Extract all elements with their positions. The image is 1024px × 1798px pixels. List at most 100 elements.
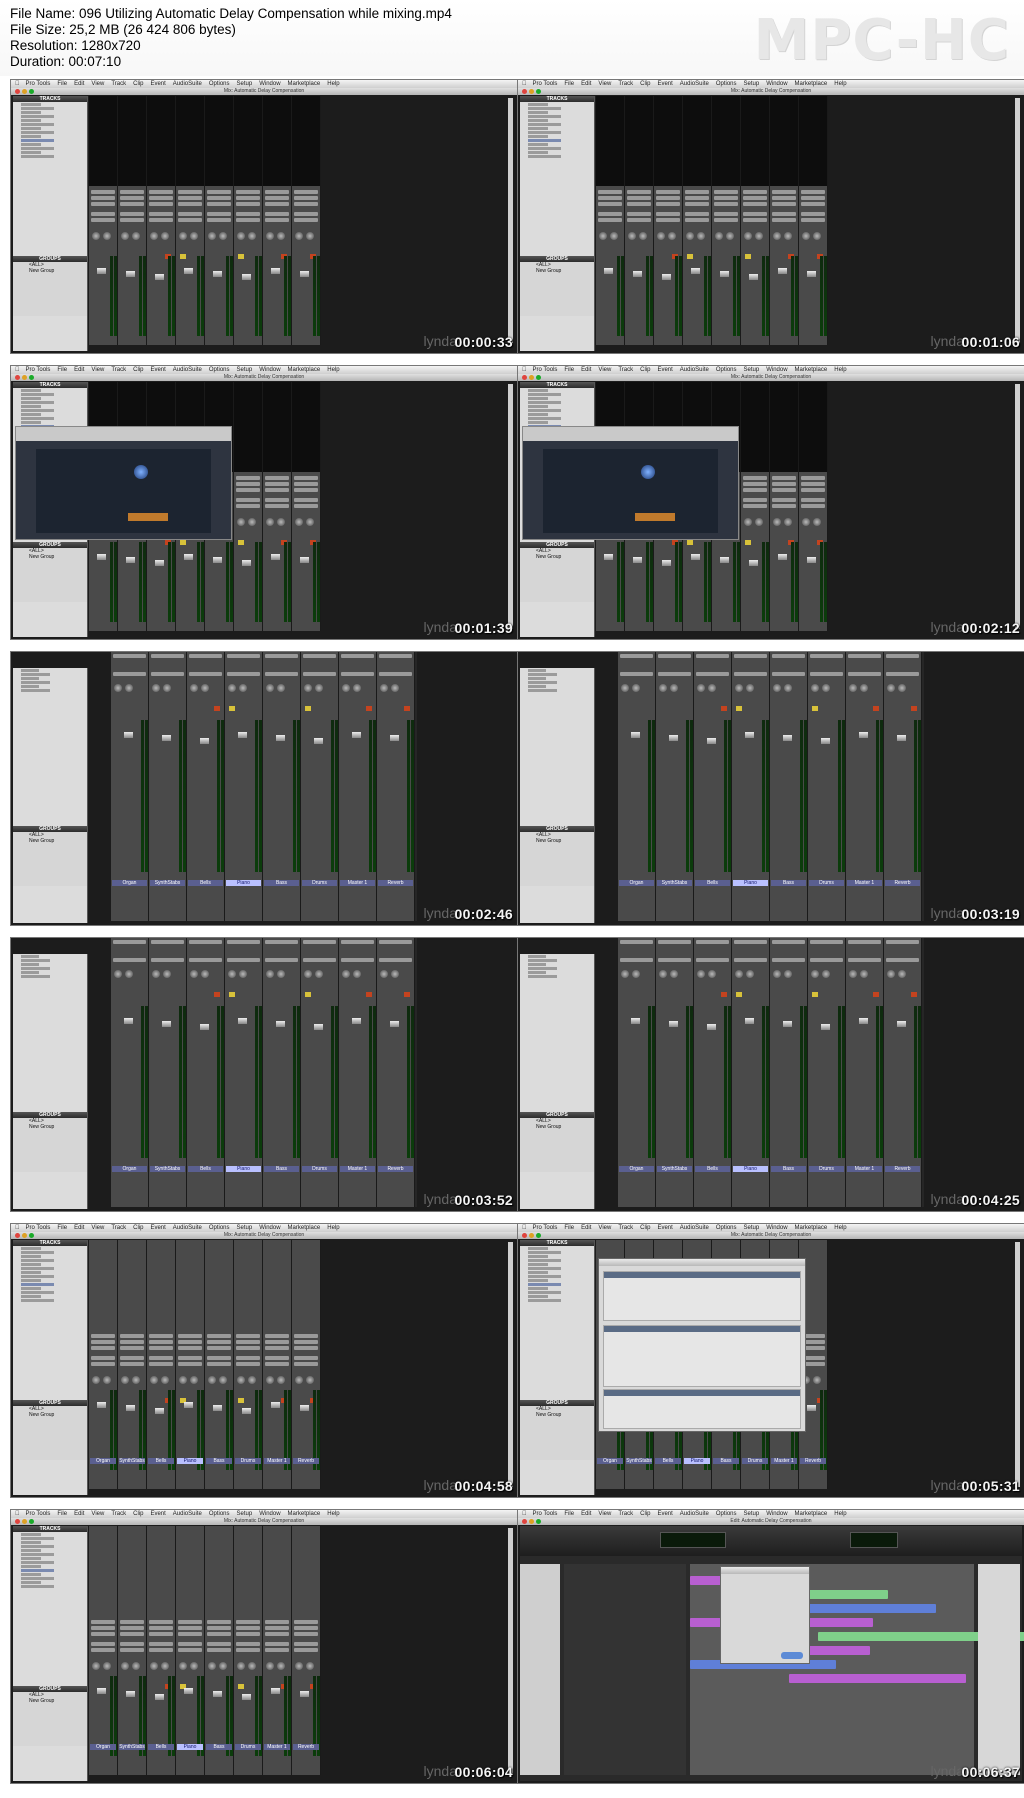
track-list-item[interactable] bbox=[528, 417, 561, 420]
send-slot[interactable] bbox=[265, 476, 289, 480]
pan-knob-right[interactable] bbox=[277, 1662, 285, 1670]
send-slot[interactable] bbox=[294, 1346, 318, 1350]
track-list-item[interactable] bbox=[21, 1561, 54, 1564]
volume-fader[interactable] bbox=[807, 557, 816, 563]
channel-strip[interactable] bbox=[770, 96, 799, 345]
plugin-window[interactable] bbox=[15, 426, 232, 540]
track-list-item[interactable] bbox=[21, 1263, 41, 1266]
send-slot[interactable] bbox=[120, 1642, 144, 1646]
send-slot[interactable] bbox=[848, 654, 881, 658]
track-list-item[interactable] bbox=[528, 397, 548, 400]
pan-knob-right[interactable] bbox=[822, 970, 830, 978]
channel-strip[interactable]: Master 1 bbox=[339, 652, 377, 921]
send-slot[interactable] bbox=[772, 488, 796, 492]
send-slot[interactable] bbox=[341, 958, 374, 962]
track-list-item[interactable] bbox=[21, 673, 50, 676]
volume-fader[interactable] bbox=[720, 557, 729, 563]
track-list-item[interactable] bbox=[21, 1557, 41, 1560]
apple-menu-icon[interactable]:  bbox=[522, 367, 527, 373]
send-slot[interactable] bbox=[207, 1626, 231, 1630]
session-setup-dialog[interactable] bbox=[598, 1258, 806, 1432]
pan-knob-left[interactable] bbox=[628, 232, 636, 240]
send-slot[interactable] bbox=[734, 654, 767, 658]
volume-fader[interactable] bbox=[782, 735, 792, 741]
send-slot[interactable] bbox=[379, 940, 412, 944]
pan-knob-left[interactable] bbox=[735, 684, 743, 692]
send-slot[interactable] bbox=[685, 202, 709, 206]
track-name-label[interactable]: Organ bbox=[90, 1744, 116, 1750]
track-name-label[interactable]: Reverb bbox=[293, 1458, 319, 1464]
send-slot[interactable] bbox=[207, 202, 231, 206]
menu-item[interactable]: Setup bbox=[237, 367, 253, 373]
track-list-item[interactable] bbox=[21, 963, 39, 966]
record-button[interactable] bbox=[721, 706, 727, 711]
record-button[interactable] bbox=[214, 706, 220, 711]
volume-fader[interactable] bbox=[242, 1408, 251, 1414]
track-list-item[interactable] bbox=[21, 405, 41, 408]
menu-item[interactable]: Clip bbox=[640, 367, 650, 373]
record-button[interactable] bbox=[873, 706, 879, 711]
menu-item[interactable]: Marketplace bbox=[795, 1225, 828, 1231]
pan-knob-right[interactable] bbox=[277, 1376, 285, 1384]
track-list-item[interactable] bbox=[528, 135, 548, 138]
channel-strip[interactable]: Drums bbox=[301, 938, 339, 1207]
send-slot[interactable] bbox=[772, 218, 796, 222]
plugin-knob[interactable] bbox=[134, 465, 148, 479]
close-icon[interactable] bbox=[522, 375, 527, 380]
channel-strip[interactable]: Organ bbox=[618, 652, 656, 921]
send-slot[interactable] bbox=[265, 482, 289, 486]
volume-fader[interactable] bbox=[662, 274, 671, 280]
channel-strip[interactable]: Piano bbox=[176, 1526, 205, 1775]
volume-fader[interactable] bbox=[706, 738, 716, 744]
track-list-item[interactable] bbox=[528, 955, 546, 958]
send-slot[interactable] bbox=[207, 1642, 231, 1646]
pan-knob-right[interactable] bbox=[898, 684, 906, 692]
track-list-item[interactable] bbox=[21, 959, 50, 962]
record-button[interactable] bbox=[404, 706, 410, 711]
pan-knob-right[interactable] bbox=[103, 1662, 111, 1670]
track-name-label[interactable]: Master 1 bbox=[847, 1166, 882, 1172]
volume-fader[interactable] bbox=[691, 554, 700, 560]
solo-button[interactable] bbox=[238, 254, 244, 259]
send-slot[interactable] bbox=[120, 1632, 144, 1636]
track-name-label[interactable]: Drums bbox=[235, 1744, 261, 1750]
group-list-item[interactable]: New Group bbox=[536, 838, 594, 844]
send-slot[interactable] bbox=[91, 1648, 115, 1652]
send-slot[interactable] bbox=[236, 1356, 260, 1360]
pan-knob-left[interactable] bbox=[697, 970, 705, 978]
pan-knob-right[interactable] bbox=[306, 1662, 314, 1670]
pan-knob-right[interactable] bbox=[306, 518, 314, 526]
track-list-item[interactable] bbox=[528, 143, 548, 146]
volume-fader[interactable] bbox=[155, 274, 164, 280]
zoom-icon[interactable] bbox=[29, 1233, 34, 1238]
menu-item[interactable]: Edit bbox=[581, 367, 591, 373]
track-list-item[interactable] bbox=[21, 417, 54, 420]
plugin-window[interactable] bbox=[522, 426, 739, 540]
track-list-item[interactable] bbox=[21, 1283, 54, 1286]
tracks-list[interactable] bbox=[520, 1564, 560, 1775]
volume-fader[interactable] bbox=[242, 560, 251, 566]
send-slot[interactable] bbox=[772, 482, 796, 486]
record-button[interactable] bbox=[404, 992, 410, 997]
send-slot[interactable] bbox=[656, 190, 680, 194]
vertical-scrollbar[interactable] bbox=[508, 98, 513, 343]
pan-knob-left[interactable] bbox=[92, 1376, 100, 1384]
video-thumbnail[interactable]:  Pro Tools File Edit View Track Clip Event Audi… bbox=[10, 79, 518, 354]
send-slot[interactable] bbox=[598, 202, 622, 206]
track-list-item[interactable] bbox=[21, 1549, 41, 1552]
menu-item[interactable]: Track bbox=[111, 81, 126, 87]
send-slot[interactable] bbox=[743, 504, 767, 508]
pan-knob-left[interactable] bbox=[114, 970, 122, 978]
send-slot[interactable] bbox=[91, 1626, 115, 1630]
menu-item[interactable]: Setup bbox=[744, 367, 760, 373]
channel-strip[interactable]: SynthStabs bbox=[656, 652, 694, 921]
track-name-label[interactable]: Bells bbox=[655, 1458, 681, 1464]
solo-button[interactable] bbox=[238, 1398, 244, 1403]
pan-knob-right[interactable] bbox=[746, 684, 754, 692]
send-slot[interactable] bbox=[294, 1626, 318, 1630]
volume-fader[interactable] bbox=[720, 271, 729, 277]
menu-item[interactable]: Pro Tools bbox=[26, 367, 51, 373]
track-list-item[interactable] bbox=[21, 685, 39, 688]
pan-knob-right[interactable] bbox=[277, 684, 285, 692]
send-slot[interactable] bbox=[303, 654, 336, 658]
